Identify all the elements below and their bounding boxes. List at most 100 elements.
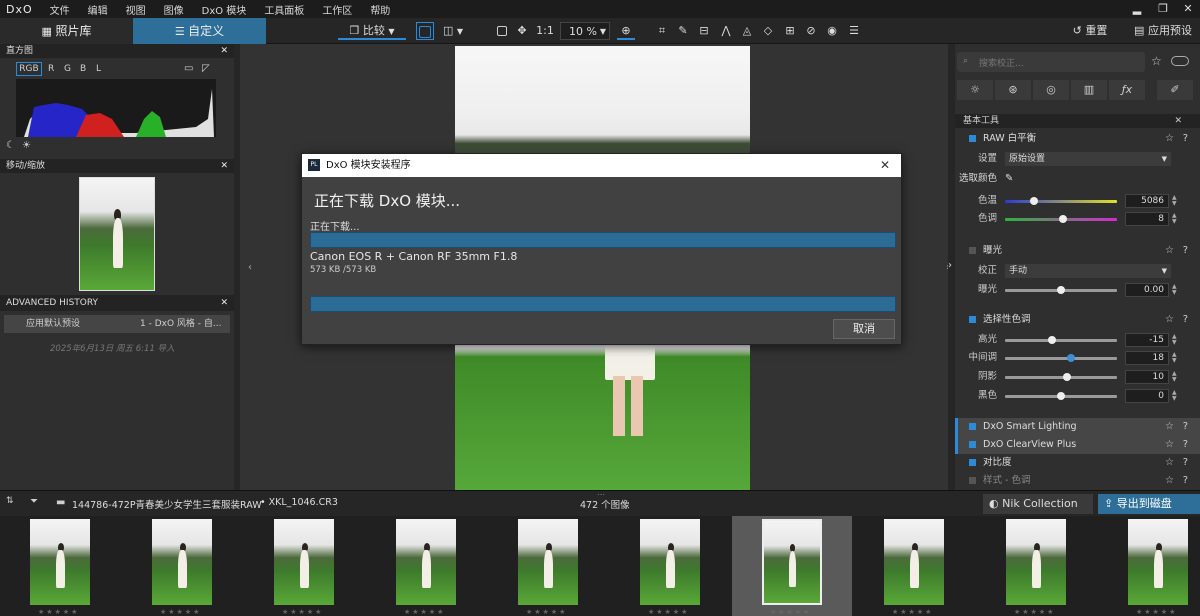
maximize-button[interactable]: ❐ <box>1150 0 1176 18</box>
spinner-icon[interactable]: ▲ ▼ <box>1172 213 1180 225</box>
spinner-icon[interactable]: ▲ ▼ <box>1172 195 1180 207</box>
navigator-thumbnail[interactable] <box>79 177 155 291</box>
zoom-tool-button[interactable]: ⊕ <box>617 22 635 40</box>
channel-r[interactable]: R <box>48 62 54 76</box>
spinner-icon[interactable]: ▲ ▼ <box>1172 352 1180 364</box>
close-icon[interactable]: ✕ <box>1174 114 1182 128</box>
thumbnail[interactable] <box>640 519 700 605</box>
star-icon[interactable]: ☆ <box>1165 454 1174 472</box>
shadows-slider[interactable] <box>1005 373 1117 381</box>
palette-toggle[interactable] <box>969 423 976 430</box>
contrast-header[interactable]: 对比度 ☆? <box>955 454 1200 472</box>
close-icon[interactable]: ✕ <box>220 159 228 173</box>
rating-stars[interactable]: ★★★★★ <box>160 608 201 616</box>
spinner-icon[interactable]: ▲ ▼ <box>1172 334 1180 346</box>
toggle-switch[interactable] <box>1171 56 1189 66</box>
palette-toggle[interactable] <box>969 477 976 484</box>
help-icon[interactable]: ? <box>1183 130 1188 148</box>
chevron-right-icon[interactable]: › <box>948 260 952 271</box>
close-icon[interactable]: ✕ <box>220 295 228 311</box>
zoom-select[interactable]: 10 % ▼ <box>560 22 610 40</box>
selective-tone-header[interactable]: 选择性色调 ☆? <box>955 311 1200 329</box>
geometry-tab-icon[interactable]: ▥ <box>1071 80 1107 100</box>
channel-g[interactable]: G <box>64 62 71 76</box>
palette-toggle[interactable] <box>969 459 976 466</box>
light-tab-icon[interactable]: ☼ <box>957 80 993 100</box>
star-icon[interactable]: ☆ <box>1165 130 1174 148</box>
crop-tool-button[interactable]: ⌗ <box>654 22 670 40</box>
spinner-icon[interactable]: ▲ ▼ <box>1172 371 1180 383</box>
exposure-header[interactable]: 曝光 ☆? <box>955 242 1200 260</box>
tint-value[interactable]: 8 <box>1125 212 1169 226</box>
correction-select[interactable]: 手动 ▼ <box>1005 264 1171 278</box>
reset-button[interactable]: ↺ 重置 <box>1060 22 1120 40</box>
monitor-icon[interactable]: ▭ <box>184 62 193 76</box>
slider-knob[interactable] <box>1067 354 1076 362</box>
filter-icon[interactable]: ⏷ <box>30 496 38 507</box>
star-icon[interactable]: ☆ <box>1165 242 1174 260</box>
tab-photolibrary[interactable]: ▦ 照片库 <box>0 18 133 44</box>
export-to-disk-button[interactable]: ⇪ 导出到磁盘 <box>1098 494 1200 514</box>
effects-tab-icon[interactable]: ƒx <box>1109 80 1145 100</box>
day-mode-icon[interactable]: ☀ <box>22 140 31 151</box>
raw-white-balance-header[interactable]: RAW 白平衡 ☆? <box>955 130 1200 148</box>
thumbnail[interactable] <box>1128 519 1188 605</box>
menu-view[interactable]: 视图 <box>117 2 155 17</box>
rating-stars[interactable]: ★★★★★ <box>648 608 689 616</box>
night-mode-icon[interactable]: ☾ <box>6 140 15 151</box>
wb-setting-select[interactable]: 原始设置 ▼ <box>1005 152 1171 166</box>
transform-tool-button[interactable]: ⊞ <box>782 22 798 40</box>
midtones-value[interactable]: 18 <box>1125 351 1169 365</box>
temperature-slider[interactable] <box>1005 197 1117 205</box>
highlights-slider[interactable] <box>1005 336 1117 344</box>
star-icon[interactable]: ☆ <box>1165 436 1174 454</box>
eyedropper-icon[interactable]: ✎ <box>1005 170 1013 188</box>
erase-tool-button[interactable]: ⊘ <box>803 22 819 40</box>
rating-stars[interactable]: ★★★★★ <box>404 608 445 616</box>
horizon-tool-button[interactable]: ⊟ <box>696 22 712 40</box>
grid-overlay-button[interactable]: ☰ <box>846 22 862 40</box>
rating-stars[interactable]: ★★★★★ <box>892 608 933 616</box>
rating-stars[interactable]: ★★★★★ <box>770 608 811 616</box>
fit-screen-button[interactable] <box>494 22 510 40</box>
help-icon[interactable]: ? <box>1183 418 1188 436</box>
exposure-value[interactable]: 0.00 <box>1125 283 1169 297</box>
blacks-slider[interactable] <box>1005 392 1117 400</box>
side-by-side-button[interactable]: ◫ ▼ <box>438 22 468 40</box>
spinner-icon[interactable]: ▲ ▼ <box>1172 390 1180 402</box>
slider-knob[interactable] <box>1057 392 1065 400</box>
nik-collection-button[interactable]: ◐ Nik Collection <box>983 494 1093 514</box>
channel-b[interactable]: B <box>80 62 86 76</box>
menu-workspace[interactable]: 工作区 <box>313 2 361 17</box>
star-icon[interactable]: ☆ <box>1165 311 1174 329</box>
local-adjust-button[interactable]: ◬ <box>739 22 755 40</box>
rating-stars[interactable]: ★★★★★ <box>1136 608 1177 616</box>
menu-image[interactable]: 图像 <box>155 2 193 17</box>
thumbnail[interactable] <box>396 519 456 605</box>
menu-file[interactable]: 文件 <box>41 2 79 17</box>
menu-help[interactable]: 帮助 <box>361 2 399 17</box>
compare-button[interactable]: ❐ 比较 ▼ <box>338 22 406 40</box>
detail-tab-icon[interactable]: ◎ <box>1033 80 1069 100</box>
blacks-value[interactable]: 0 <box>1125 389 1169 403</box>
preview-button[interactable]: ◉ <box>824 22 840 40</box>
close-icon[interactable]: ✕ <box>220 44 228 58</box>
temperature-value[interactable]: 5086 <box>1125 194 1169 208</box>
help-icon[interactable]: ? <box>1183 436 1188 454</box>
thumbnail[interactable] <box>518 519 578 605</box>
style-tone-header[interactable]: 样式 - 色调 ☆? <box>955 472 1200 490</box>
slider-knob[interactable] <box>1062 373 1071 381</box>
rating-stars[interactable]: ★★★★★ <box>526 608 567 616</box>
clipping-icon[interactable]: ◸ <box>202 62 210 76</box>
help-icon[interactable]: ? <box>1183 472 1188 490</box>
shadows-value[interactable]: 10 <box>1125 370 1169 384</box>
palette-toggle[interactable] <box>969 316 976 323</box>
thumbnail-selected[interactable] <box>762 519 822 605</box>
rating-stars[interactable]: ★★★★★ <box>282 608 323 616</box>
palette-toggle[interactable] <box>969 135 976 142</box>
cancel-button[interactable]: 取消 <box>833 319 895 339</box>
menu-edit[interactable]: 编辑 <box>79 2 117 17</box>
minimize-button[interactable]: ▂ <box>1124 0 1150 18</box>
highlights-value[interactable]: -15 <box>1125 333 1169 347</box>
palette-toggle[interactable] <box>969 441 976 448</box>
